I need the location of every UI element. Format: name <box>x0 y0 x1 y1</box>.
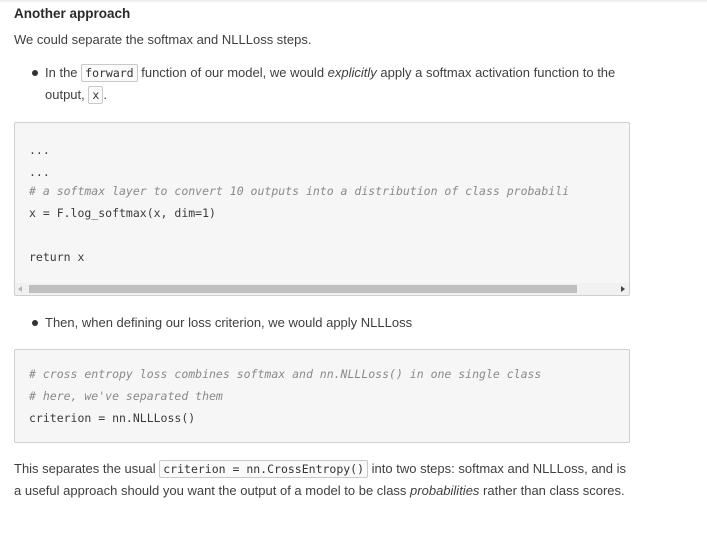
summary-paragraph: This separates the usual criterion = nn.… <box>14 458 630 501</box>
horizontal-scrollbar[interactable] <box>15 283 629 295</box>
list-item-text: In the forward function of our model, we… <box>45 62 630 106</box>
code-line: criterion = nn.NLLLoss() <box>29 411 196 425</box>
text-span: function of our model, we would <box>137 65 328 80</box>
text-span: rather than class scores. <box>479 483 625 498</box>
code-comment: # a softmax layer to convert 10 outputs … <box>29 184 570 198</box>
text-span: This separates the usual <box>14 461 160 476</box>
section-heading: Another approach <box>14 6 131 21</box>
scroll-left-icon[interactable] <box>18 286 22 292</box>
code-block[interactable]: ... ... # a softmax layer to convert 10 … <box>14 122 630 296</box>
text-span: In the <box>45 65 82 80</box>
code-comment: # here, we've separated them <box>29 389 223 403</box>
scrollbar-thumb[interactable] <box>29 285 577 293</box>
scroll-right-icon[interactable] <box>621 286 625 292</box>
code-line: ... <box>29 143 50 157</box>
list-item: In the forward function of our model, we… <box>14 62 630 106</box>
emphasis-text: explicitly <box>327 65 377 80</box>
inline-code-x: x <box>88 86 104 104</box>
code-comment: # cross entropy loss combines softmax an… <box>29 367 542 381</box>
list-item: Then, when defining our loss criterion, … <box>14 312 630 333</box>
bullet-dot <box>32 70 38 76</box>
top-shadow <box>0 0 707 3</box>
list-item-text: Then, when defining our loss criterion, … <box>45 315 413 330</box>
inline-code-criterion: criterion = nn.CrossEntropy() <box>159 460 369 478</box>
emphasis-text: probabilities <box>410 483 480 498</box>
intro-paragraph: We could separate the softmax and NLLLos… <box>14 32 312 47</box>
inline-code-forward: forward <box>81 64 138 82</box>
code-line: x = F.log_softmax(x, dim=1) <box>29 206 216 220</box>
code-line: ... <box>29 165 50 179</box>
code-line: return x <box>29 250 85 264</box>
text-span: . <box>103 87 107 102</box>
code-block[interactable]: # cross entropy loss combines softmax an… <box>14 349 630 443</box>
bullet-dot <box>32 320 38 326</box>
